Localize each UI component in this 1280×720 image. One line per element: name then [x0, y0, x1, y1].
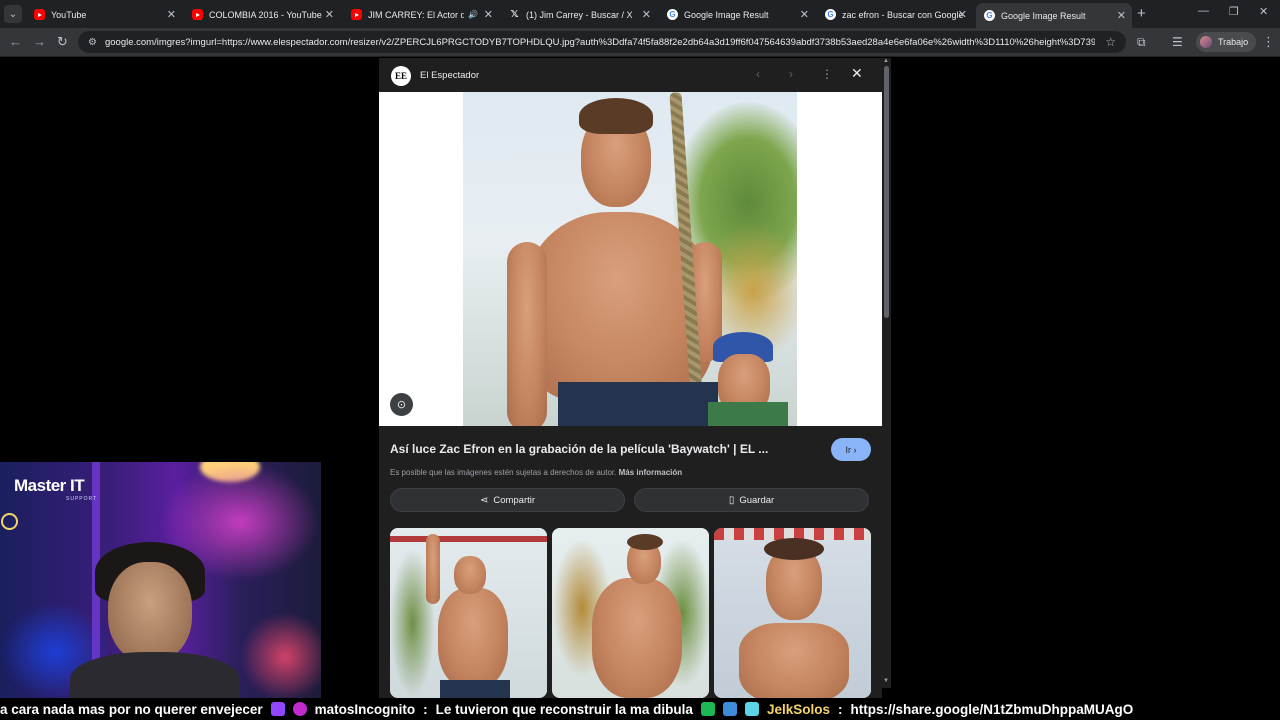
youtube-icon: [34, 9, 45, 20]
twitch-icon: [270, 702, 285, 716]
related-image-thumbnail[interactable]: [714, 528, 871, 698]
close-icon[interactable]: ✕: [325, 8, 334, 21]
chat-message-text: https://share.google/N1tZbmuDhppaMUAgO: [850, 701, 1134, 717]
bookmark-icon: ▯: [728, 494, 735, 506]
back-arrow-icon[interactable]: ←: [9, 34, 22, 49]
related-image-thumbnail[interactable]: [552, 528, 709, 698]
sparkle-icon: [744, 702, 759, 716]
scroll-down-icon[interactable]: ▼: [883, 678, 889, 684]
reading-list-icon[interactable]: ☰: [1172, 35, 1183, 49]
restore-icon[interactable]: ❐: [1229, 5, 1239, 18]
url-text[interactable]: google.com/imgres?imgurl=https://www.ele…: [105, 37, 1095, 48]
save-button[interactable]: ▯ Guardar: [634, 488, 869, 512]
user-badge-icon: [292, 702, 307, 716]
tab-jim-carrey-x[interactable]: 𝕏 (1) Jim Carrey - Buscar / X ✕: [501, 3, 657, 26]
main-image[interactable]: ⊙: [379, 92, 882, 426]
tab-strip: ⌄ YouTube ✕ COLOMBIA 2016 - YouTube ✕ JI…: [0, 0, 1280, 28]
viewer-scrollbar[interactable]: ▲ ▼: [882, 58, 891, 688]
main-image-photo: [463, 92, 797, 426]
visit-button[interactable]: Ir ›: [831, 438, 871, 461]
close-icon[interactable]: ✕: [800, 8, 809, 21]
close-viewer-icon[interactable]: ✕: [851, 65, 863, 82]
tab-title: COLOMBIA 2016 - YouTube: [209, 9, 322, 20]
youtube-icon: [351, 9, 362, 20]
brand-sub: SUPPORT: [66, 496, 98, 502]
site-info-icon[interactable]: ⚙: [88, 37, 97, 48]
google-icon: G: [667, 9, 678, 20]
chat-message-text: Le tuvieron que reconstruir la ma dibula: [435, 701, 693, 717]
chat-message-text: a cara nada mas por no querer envejecer: [0, 701, 263, 717]
share-button[interactable]: ⋖ Compartir: [390, 488, 625, 512]
tab-google-image-result-active[interactable]: G Google Image Result ✕: [976, 3, 1132, 28]
profile-label: Trabajo: [1218, 37, 1249, 47]
browser-menu-icon[interactable]: ⋮: [1262, 34, 1275, 50]
tab-title: Google Image Result: [684, 9, 769, 20]
window-close-icon[interactable]: ✕: [1259, 5, 1268, 18]
tab-title: YouTube: [51, 9, 87, 20]
chevron-right-icon: ›: [853, 444, 857, 455]
tab-colombia-2016[interactable]: COLOMBIA 2016 - YouTube ✕: [184, 3, 340, 26]
google-lens-icon[interactable]: ⊙: [390, 393, 413, 416]
close-icon[interactable]: ✕: [167, 8, 176, 21]
reload-icon[interactable]: ↻: [57, 34, 68, 50]
previous-image-icon[interactable]: ‹: [756, 67, 760, 81]
google-icon: G: [825, 9, 836, 20]
next-image-icon[interactable]: ›: [789, 67, 793, 81]
visit-label: Ir: [845, 444, 851, 455]
forward-arrow-icon[interactable]: →: [33, 34, 46, 49]
close-icon[interactable]: ✕: [1117, 9, 1126, 22]
share-icon: ⋖: [479, 494, 489, 506]
image-title[interactable]: Así luce Zac Efron en la grabación de la…: [390, 442, 768, 456]
viewer-header: EE El Espectador ‹ › ⋮ ✕: [379, 58, 882, 92]
save-label: Guardar: [739, 494, 775, 506]
tab-title: zac efron - Buscar con Google: [842, 9, 964, 20]
scrollbar-thumb[interactable]: [884, 66, 889, 318]
tab-search-button[interactable]: ⌄: [4, 5, 22, 23]
x-icon: 𝕏: [510, 9, 519, 20]
close-icon[interactable]: ✕: [484, 8, 493, 21]
chevron-down-icon: ⌄: [8, 8, 18, 20]
google-icon: G: [984, 10, 995, 21]
tab-title: JIM CARREY: El Actor que f: [368, 9, 464, 20]
extensions-icon[interactable]: ⧉: [1137, 35, 1146, 50]
tab-title: (1) Jim Carrey - Buscar / X: [526, 9, 633, 20]
youtube-icon: [192, 9, 203, 20]
tab-google-image-result-1[interactable]: G Google Image Result ✕: [659, 3, 815, 26]
webcam-overlay: Master IT SUPPORT: [0, 462, 321, 698]
record-indicator-icon: [1, 513, 18, 530]
image-viewer-panel: EE El Espectador ‹ › ⋮ ✕ ⊙ Así luce Zac …: [379, 58, 882, 698]
source-logo[interactable]: EE: [391, 66, 411, 86]
bookmark-star-icon[interactable]: ☆: [1105, 35, 1116, 49]
related-image-thumbnail[interactable]: [390, 528, 547, 698]
speaker-icon[interactable]: 🔊: [468, 10, 478, 19]
tab-jim-carrey-video[interactable]: JIM CARREY: El Actor que f 🔊 ✕: [343, 3, 499, 26]
chat-username: JelkSolos: [766, 701, 830, 717]
tab-youtube[interactable]: YouTube ✕: [26, 3, 182, 26]
tab-title: Google Image Result: [1001, 10, 1086, 21]
new-tab-button[interactable]: +: [1137, 5, 1146, 22]
emote-icon: [722, 702, 737, 716]
profile-chip[interactable]: Trabajo: [1196, 32, 1257, 52]
source-name[interactable]: El Espectador: [420, 70, 479, 81]
share-label: Compartir: [493, 494, 536, 506]
close-icon[interactable]: ✕: [642, 8, 651, 21]
tab-zac-efron-search[interactable]: G zac efron - Buscar con Google ✕: [817, 3, 973, 26]
browser-toolbar: ← → ↻ ⚙ google.com/imgres?imgurl=https:/…: [0, 28, 1280, 57]
close-icon[interactable]: ✕: [958, 8, 967, 21]
more-options-icon[interactable]: ⋮: [821, 67, 833, 81]
badge-k-icon: [700, 702, 715, 716]
scroll-up-icon[interactable]: ▲: [883, 58, 889, 64]
more-info-link[interactable]: Más información: [619, 468, 683, 477]
chat-username: matosIncognito: [314, 701, 416, 717]
brand-logo: Master IT: [14, 476, 85, 495]
chat-ticker: a cara nada mas por no querer envejecer …: [0, 698, 1280, 720]
copyright-note: Es posible que las imágenes estén sujeta…: [390, 468, 682, 477]
minimize-icon[interactable]: —: [1198, 5, 1209, 17]
copyright-text: Es posible que las imágenes estén sujeta…: [390, 468, 617, 477]
avatar: [1200, 36, 1212, 48]
address-bar[interactable]: ⚙ google.com/imgres?imgurl=https://www.e…: [78, 31, 1126, 53]
